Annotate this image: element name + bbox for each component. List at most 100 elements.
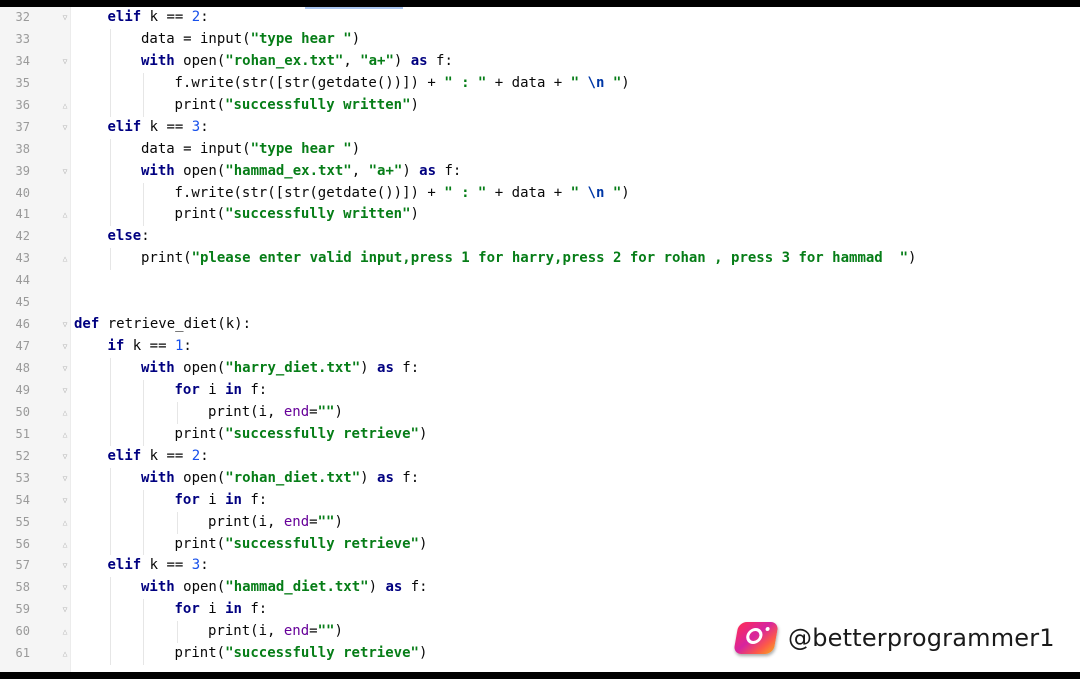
fold-end-icon[interactable] (61, 255, 69, 263)
code-line[interactable]: 36 print("successfully written") (0, 94, 1080, 117)
fold-end-icon[interactable] (61, 628, 69, 636)
code-line[interactable]: 51 print("successfully retrieve") (0, 423, 1080, 446)
line-number: 55 (15, 514, 30, 529)
token: : (200, 557, 209, 574)
fold-toggle-icon[interactable] (61, 343, 69, 351)
code-line[interactable]: 33 data = input("type hear ") (0, 28, 1080, 51)
token: open( (174, 52, 226, 69)
fold-toggle-icon[interactable] (61, 453, 69, 461)
token: ) (334, 403, 343, 420)
indent-guide (109, 248, 111, 271)
indent-guide (176, 401, 178, 424)
code-text: print(i, end="") (208, 512, 343, 534)
token: data = input( (141, 30, 251, 47)
line-number: 41 (15, 207, 30, 222)
code-text: print(i, end="") (208, 402, 343, 424)
fold-toggle-icon[interactable] (61, 124, 69, 132)
token-kw: in (225, 601, 242, 618)
token-kw: def (74, 316, 100, 333)
code-line[interactable]: 57 elif k == 3: (0, 555, 1080, 577)
code-line[interactable]: 40 f.write(str([str(getdate())]) + " : " … (0, 182, 1080, 205)
fold-toggle-icon[interactable] (61, 497, 69, 505)
fold-toggle-icon[interactable] (61, 562, 69, 570)
indent-guide (109, 50, 111, 73)
token: ) (621, 184, 630, 201)
fold-end-icon[interactable] (61, 650, 69, 658)
token: f: (393, 360, 420, 376)
fold-end-icon[interactable] (61, 519, 69, 527)
code-area[interactable]: 32 elif k == 2: 33data = input("type hear … (0, 7, 1080, 666)
code-text: with open("hammad_ex.txt", "a+") as f: (141, 161, 461, 183)
fold-end-icon[interactable] (61, 409, 69, 417)
code-line[interactable]: 56 print("successfully retrieve") (0, 533, 1080, 556)
fold-toggle-icon[interactable] (61, 14, 69, 22)
line-number: 57 (15, 558, 30, 573)
fold-end-icon[interactable] (61, 211, 69, 219)
indent-guide (176, 511, 178, 534)
line-number: 32 (15, 10, 30, 24)
code-line[interactable]: 52 elif k == 2: (0, 446, 1080, 468)
fold-toggle-icon[interactable] (61, 58, 69, 66)
code-line[interactable]: 34 with open("rohan_ex.txt", "a+") as f: (0, 50, 1080, 73)
token-kw: else (107, 228, 142, 245)
line-number: 56 (15, 536, 30, 551)
code-line[interactable]: 44 (0, 270, 1080, 292)
line-number: 43 (15, 251, 30, 266)
code-line[interactable]: 38 data = input("type hear ") (0, 138, 1080, 161)
code-line[interactable]: 35 f.write(str([str(getdate())]) + " : " … (0, 72, 1080, 95)
fold-toggle-icon[interactable] (61, 606, 69, 614)
indent-guide (109, 467, 111, 490)
fold-toggle-icon[interactable] (61, 365, 69, 373)
fold-toggle-icon[interactable] (61, 584, 69, 592)
line-number: 59 (15, 602, 30, 617)
token: i (199, 381, 226, 398)
token: data = input( (141, 140, 251, 157)
code-text: f.write(str([str(getdate())]) + " : " + … (175, 183, 630, 205)
token: open( (174, 360, 226, 376)
token-kw: if (107, 338, 125, 355)
code-line[interactable]: 46 def retrieve_diet(k): (0, 314, 1080, 336)
token: print(i, (208, 513, 284, 530)
code-line[interactable]: 41 print("successfully written") (0, 204, 1080, 227)
code-line[interactable]: 59 for i in f: (0, 599, 1080, 622)
fold-end-icon[interactable] (61, 541, 69, 549)
code-line[interactable]: 48 with open("harry_diet.txt") as f: (0, 358, 1080, 380)
fold-toggle-icon[interactable] (61, 387, 69, 395)
code-line[interactable]: 32 elif k == 2: (0, 7, 1080, 29)
token-str: "hammad_ex.txt" (225, 162, 352, 179)
code-text: with open("rohan_diet.txt") as f: (141, 468, 419, 490)
fold-toggle-icon[interactable] (61, 168, 69, 176)
code-line[interactable]: 43 print("please enter valid input,press … (0, 248, 1080, 271)
code-line[interactable]: 37 elif k == 3: (0, 117, 1080, 139)
token-kw: elif (107, 118, 142, 135)
indent-guide (143, 204, 144, 227)
token-kw: with (141, 360, 175, 376)
indent-guide (143, 489, 144, 512)
code-line[interactable]: 47 if k == 1: (0, 336, 1080, 358)
token-num: 2 (191, 9, 201, 25)
token: f: (402, 579, 428, 596)
code-editor[interactable]: 32 elif k == 2: 33data = input("type hear … (0, 7, 1080, 672)
token: = (309, 403, 318, 420)
token-kw: elif (107, 9, 142, 25)
code-line[interactable]: 58 with open("hammad_diet.txt") as f: (0, 577, 1080, 600)
indent-guide (143, 621, 144, 644)
fold-end-icon[interactable] (61, 102, 69, 110)
code-line[interactable]: 53 with open("rohan_diet.txt") as f: (0, 467, 1080, 490)
token: , (343, 52, 361, 69)
code-line[interactable]: 54 for i in f: (0, 489, 1080, 512)
token: ) (402, 162, 420, 179)
fold-toggle-icon[interactable] (61, 475, 69, 483)
fold-end-icon[interactable] (61, 431, 69, 439)
token: ) (393, 52, 411, 69)
code-line[interactable]: 42 else: (0, 226, 1080, 248)
code-line[interactable]: 49 for i in f: (0, 379, 1080, 402)
fold-toggle-icon[interactable] (61, 321, 69, 329)
indent-guide (143, 94, 144, 117)
code-line[interactable]: 50 print(i, end="") (0, 401, 1080, 424)
code-text: print("successfully written") (175, 204, 419, 226)
code-line[interactable]: 55 print(i, end="") (0, 511, 1080, 534)
code-line[interactable]: 45 (0, 292, 1080, 314)
token: k == (141, 447, 192, 464)
code-line[interactable]: 39 with open("hammad_ex.txt", "a+") as f: (0, 160, 1080, 183)
